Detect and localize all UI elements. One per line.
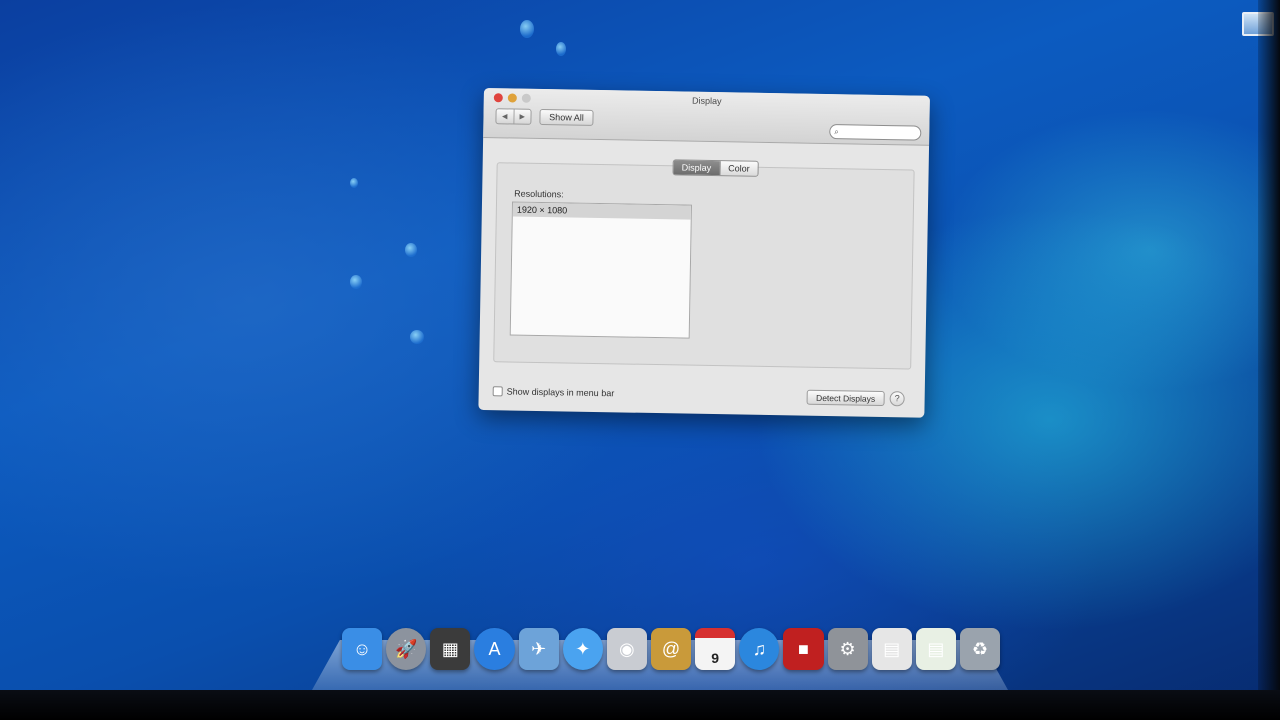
- dock: ☺ 🚀 ▦ A ✈ ✦ ◉ @9 ♫ ■ ⚙ ▤ ▤ ♻: [340, 610, 1001, 670]
- resolutions-label: Resolutions:: [514, 188, 564, 200]
- list-item[interactable]: 1920 × 1080: [512, 202, 691, 220]
- document-green-icon[interactable]: ▤: [915, 628, 956, 670]
- tab-bar: Display Color: [672, 159, 759, 177]
- monitor-bezel: [1258, 0, 1280, 720]
- search-icon: ⌕: [834, 126, 839, 136]
- water-droplet: [556, 42, 566, 56]
- calendar-icon[interactable]: 9: [695, 628, 736, 670]
- launchpad-icon[interactable]: 🚀: [386, 628, 427, 670]
- preview-icon[interactable]: ✈: [518, 628, 559, 670]
- water-droplet: [405, 243, 417, 257]
- show-all-button[interactable]: Show All: [539, 108, 594, 126]
- detect-displays-button[interactable]: Detect Displays: [806, 389, 885, 407]
- water-droplet: [520, 20, 534, 38]
- window-content: Display Color Resolutions: 1920 × 1080 S…: [478, 138, 929, 418]
- forward-button[interactable]: ▶: [512, 109, 531, 124]
- water-droplet: [350, 178, 358, 188]
- app-store-icon[interactable]: A: [474, 628, 515, 670]
- search-input[interactable]: [840, 127, 917, 138]
- water-droplet: [410, 330, 424, 344]
- nav-back-forward: ◀ ▶: [495, 108, 532, 125]
- show-in-menu-bar-label[interactable]: Show displays in menu bar: [507, 386, 615, 398]
- trash-icon[interactable]: ♻: [959, 628, 1001, 670]
- monitor-bezel: [0, 690, 1280, 720]
- window-title: Display: [691, 95, 722, 107]
- search-field[interactable]: ⌕: [829, 124, 922, 141]
- mission-control-icon[interactable]: ▦: [430, 628, 471, 670]
- help-button[interactable]: ?: [889, 391, 905, 407]
- bottom-controls: Show displays in menu bar Detect Display…: [492, 382, 911, 409]
- photo-booth-icon[interactable]: ■: [783, 628, 824, 670]
- water-droplet: [350, 275, 362, 289]
- tab-display[interactable]: Display: [673, 160, 720, 176]
- display-preferences-window: Display ◀ ▶ Show All ⌕ Display Color Res…: [478, 88, 930, 418]
- system-preferences-icon[interactable]: ⚙: [827, 628, 868, 670]
- itunes-icon[interactable]: ♫: [739, 628, 780, 670]
- resolutions-list[interactable]: 1920 × 1080: [509, 201, 692, 339]
- show-in-menu-bar-checkbox[interactable]: [492, 386, 503, 397]
- address-book-icon[interactable]: @: [650, 628, 692, 670]
- back-button[interactable]: ◀: [496, 109, 513, 123]
- document-icon[interactable]: ▤: [871, 628, 912, 670]
- facetime-icon[interactable]: ◉: [606, 628, 647, 670]
- finder-icon[interactable]: ☺: [342, 628, 383, 670]
- safari-icon[interactable]: ✦: [562, 628, 603, 670]
- tab-color[interactable]: Color: [719, 161, 758, 176]
- calendar-day: 9: [711, 650, 720, 666]
- title-bar[interactable]: Display ◀ ▶ Show All ⌕: [483, 88, 930, 146]
